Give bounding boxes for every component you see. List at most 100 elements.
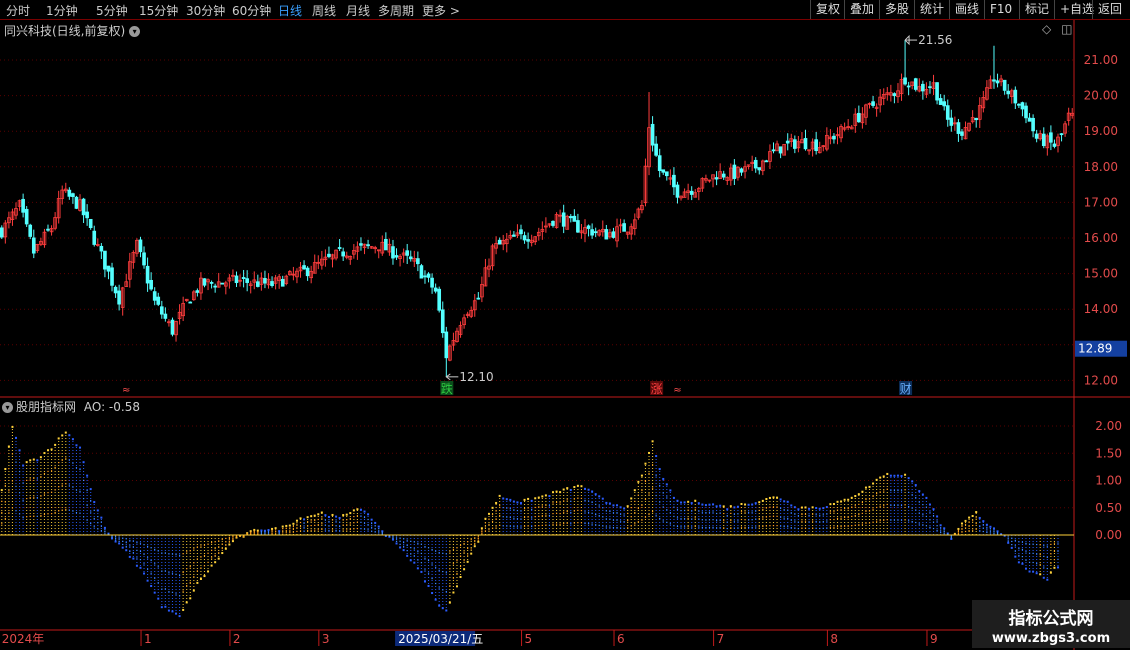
ao-envelope-dot: [883, 490, 885, 492]
ao-envelope-dot: [826, 513, 828, 515]
ao-envelope-dot: [417, 551, 419, 553]
ao-envelope-dot: [897, 519, 899, 521]
ao-envelope-dot: [346, 529, 348, 531]
ao-envelope-dot: [836, 526, 839, 528]
ao-envelope-dot: [68, 484, 70, 486]
candle-body: [732, 164, 737, 179]
ao-envelope-dot: [210, 542, 213, 544]
ao-bar-cap: [171, 610, 174, 613]
tab-1min[interactable]: 1分钟: [46, 2, 78, 19]
ao-envelope-dot: [936, 520, 938, 522]
ao-envelope-dot: [726, 521, 728, 523]
ao-bar-cap: [11, 425, 14, 428]
ao-envelope-dot: [125, 542, 127, 544]
ao-envelope-dot: [417, 542, 419, 544]
ao-envelope-dot: [1, 500, 3, 502]
ao-envelope-dot: [801, 527, 803, 529]
ao-envelope-dot: [182, 590, 184, 592]
ao-envelope-dot: [146, 557, 149, 559]
overlay-button[interactable]: 叠加: [844, 0, 879, 19]
ao-envelope-dot: [381, 533, 383, 535]
ao-envelope-dot: [1036, 543, 1038, 546]
ao-bar-cap: [676, 499, 679, 502]
watermark-title: 指标公式网: [1008, 609, 1094, 629]
ao-envelope-dot: [619, 513, 622, 515]
tab-30min[interactable]: 30分钟: [186, 2, 225, 19]
candle-body: [764, 160, 769, 163]
tab-5min[interactable]: 5分钟: [96, 2, 128, 19]
f10-button[interactable]: F10: [984, 0, 1017, 19]
back-button[interactable]: 返回: [1092, 0, 1127, 19]
kline-chart[interactable]: 21.0020.0019.0018.0017.0016.0015.0014.00…: [0, 20, 1130, 650]
ao-envelope-dot: [787, 517, 789, 519]
ao-envelope-dot: [452, 548, 455, 550]
multi-stock-button[interactable]: 多股: [879, 0, 914, 19]
tab-60min[interactable]: 60分钟: [232, 2, 271, 19]
ao-envelope-dot: [751, 519, 753, 521]
ao-envelope-dot: [253, 530, 255, 532]
ao-envelope-dot: [872, 508, 874, 510]
candle-body: [106, 265, 111, 272]
ao-bar-cap: [306, 516, 309, 519]
tab-timeshare[interactable]: 分时: [6, 2, 30, 19]
tab-monthly[interactable]: 月线: [346, 2, 370, 19]
ao-envelope-dot: [523, 525, 526, 527]
ao-envelope-dot: [1, 523, 3, 525]
ao-bar-cap: [754, 502, 757, 505]
ao-envelope-dot: [481, 532, 483, 534]
ao-envelope-dot: [733, 513, 735, 515]
ao-bar-cap: [783, 500, 786, 503]
ao-envelope-dot: [723, 527, 725, 529]
ao-envelope-dot: [491, 514, 494, 516]
ao-bar-cap: [1039, 573, 1042, 576]
ao-bar-cap: [669, 489, 672, 492]
ao-bar-cap: [18, 449, 21, 452]
ao-envelope-dot: [353, 528, 355, 530]
ao-bar-cap: [1053, 566, 1056, 569]
ao-envelope-dot: [363, 528, 366, 530]
ao-envelope-dot: [339, 521, 341, 523]
ao-bar-cap: [591, 490, 594, 493]
ao-envelope-dot: [395, 538, 398, 540]
ao-envelope-dot: [687, 526, 689, 528]
ao-envelope-dot: [545, 514, 547, 516]
ao-envelope-dot: [570, 500, 572, 502]
statistics-button[interactable]: 统计: [914, 0, 949, 19]
candle-body: [1020, 102, 1025, 110]
ao-bar-cap: [832, 503, 835, 506]
ao-envelope-dot: [769, 506, 771, 508]
ao-envelope-dot: [324, 529, 327, 531]
ao-bar-cap: [135, 564, 138, 567]
tab-15min[interactable]: 15分钟: [139, 2, 178, 19]
ao-bar-cap: [182, 608, 185, 611]
ao-envelope-dot: [438, 587, 440, 589]
ao-envelope-dot: [655, 494, 657, 497]
tab-daily[interactable]: 日线: [278, 2, 302, 19]
price-tick-label: 21.00: [1084, 53, 1118, 67]
ao-envelope-dot: [335, 525, 337, 527]
ao-envelope-dot: [58, 486, 60, 488]
ao-bar-cap: [847, 498, 850, 501]
ao-envelope-dot: [97, 528, 99, 530]
candle-body: [906, 85, 911, 88]
mark-button[interactable]: 标记: [1019, 0, 1054, 19]
ao-envelope-dot: [982, 530, 984, 533]
ao-envelope-dot: [563, 511, 565, 513]
ao-bar-cap: [786, 500, 789, 503]
tab-more[interactable]: 更多 >: [422, 2, 460, 19]
ao-bar-cap: [936, 515, 939, 518]
ao-envelope-dot: [986, 531, 988, 534]
ao-envelope-dot: [1050, 562, 1052, 564]
ao-bar-cap: [985, 523, 988, 526]
ao-envelope-dot: [331, 524, 334, 526]
ao-bar-cap: [683, 501, 686, 504]
candle-body: [785, 140, 790, 144]
ao-envelope-dot: [683, 518, 686, 520]
ao-envelope-dot: [29, 515, 31, 517]
ao-bar-cap: [0, 489, 3, 492]
tab-multi-period[interactable]: 多周期: [378, 2, 414, 19]
restore-rights-button[interactable]: 复权: [810, 0, 845, 19]
tab-weekly[interactable]: 周线: [312, 2, 336, 19]
ao-envelope-dot: [559, 512, 561, 515]
draw-line-button[interactable]: 画线: [949, 0, 984, 19]
